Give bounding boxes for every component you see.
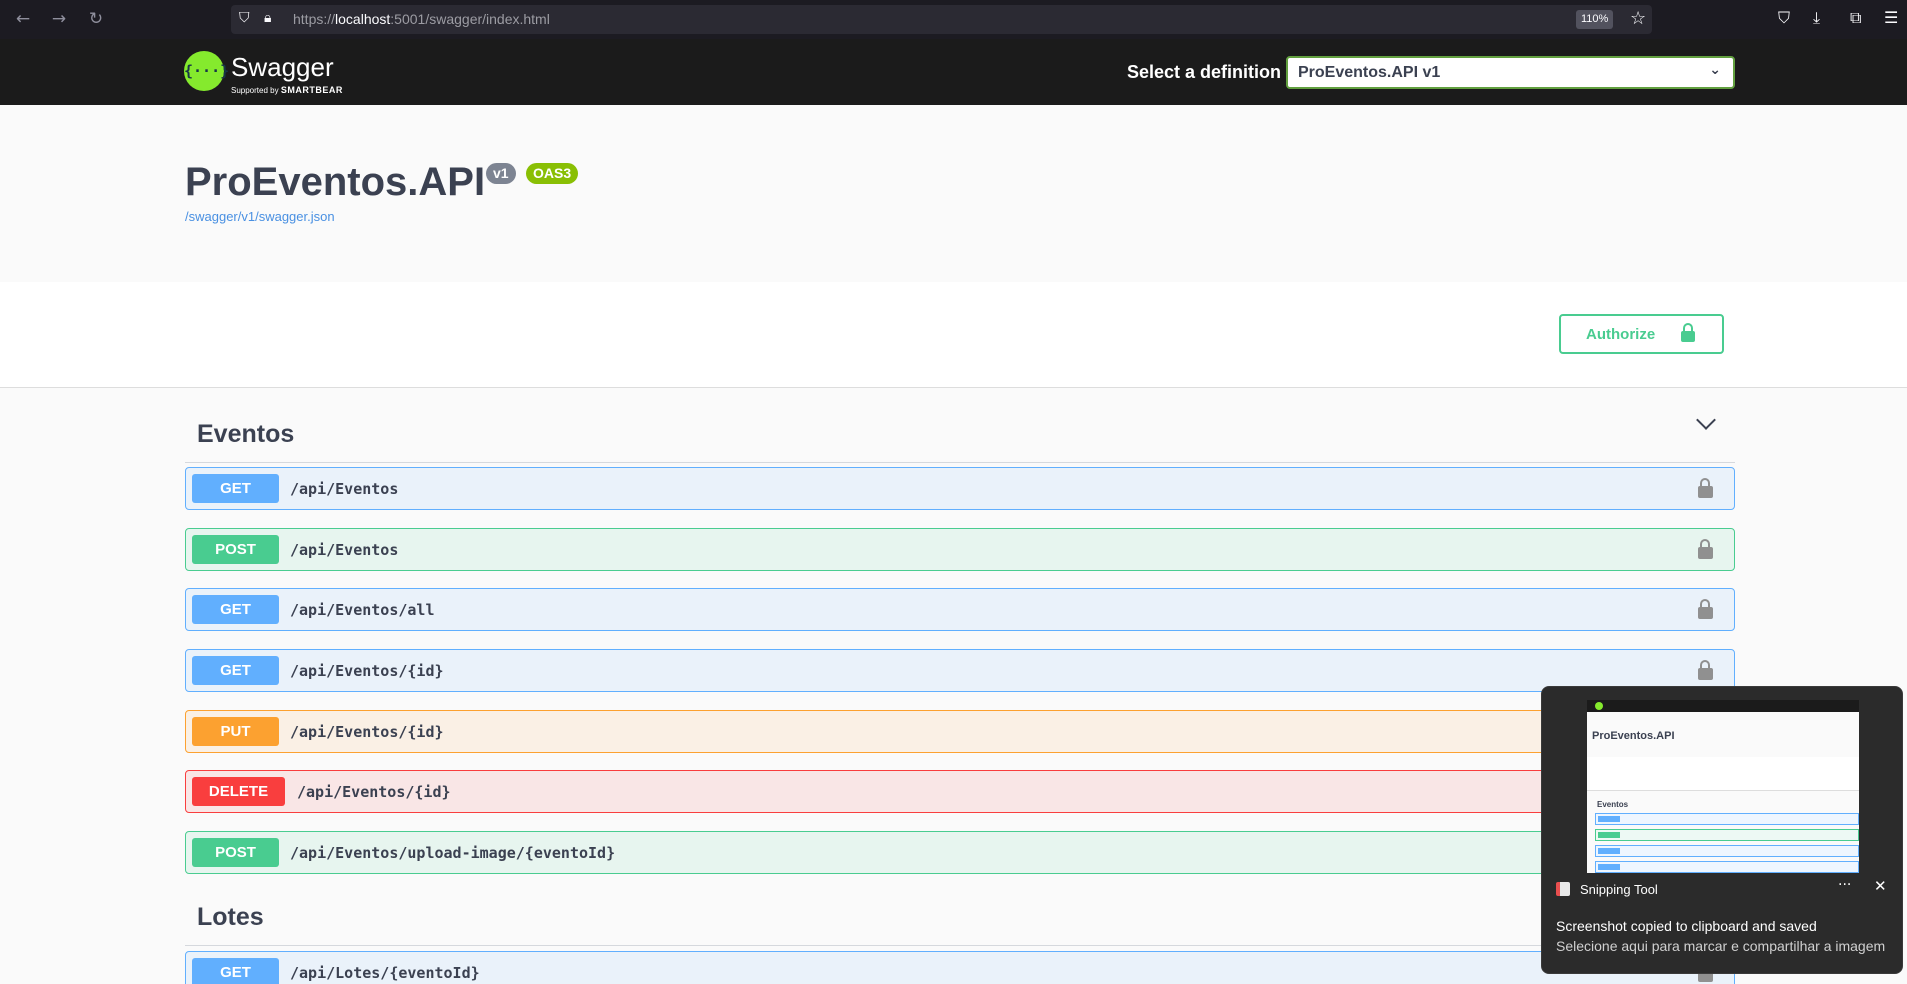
thumb-op	[1595, 813, 1859, 825]
operation-path: /api/Eventos/{id}	[290, 662, 444, 680]
url-rest: :5001/swagger/index.html	[390, 11, 550, 27]
method-badge: POST	[192, 535, 279, 564]
operation-path: /api/Eventos	[290, 541, 399, 559]
back-icon[interactable]: ←	[12, 8, 34, 30]
more-options-icon[interactable]: ···	[1838, 877, 1851, 893]
swagger-topbar: {···} Swagger Supported by SMARTBEAR Sel…	[0, 39, 1907, 105]
thumb-op	[1595, 845, 1859, 857]
thumb-scheme	[1587, 757, 1859, 791]
screenshot-thumbnail[interactable]: ProEventos.API Eventos	[1587, 700, 1859, 873]
snipping-tool-icon	[1556, 882, 1570, 896]
operation-path: /api/Eventos/upload-image/{eventoId}	[290, 844, 616, 862]
definition-select[interactable]: ProEventos.API v1 ⌄	[1286, 56, 1735, 89]
zoom-badge[interactable]: 110%	[1576, 10, 1614, 29]
snipping-tool-notification[interactable]: ProEventos.API Eventos Snipping Tool ···…	[1541, 686, 1903, 974]
thumb-title: ProEventos.API	[1592, 730, 1675, 742]
download-icon[interactable]: ⤓	[1813, 8, 1820, 28]
operation-path: /api/Eventos/{id}	[297, 783, 451, 801]
lock-icon[interactable]	[1698, 538, 1713, 560]
tag-title: Eventos	[197, 420, 295, 448]
operation-path: /api/Eventos/{id}	[290, 723, 444, 741]
method-badge: GET	[192, 656, 279, 685]
operation-path: /api/Eventos/all	[290, 601, 435, 619]
version-badge: v1	[486, 163, 516, 184]
url-host: localhost	[335, 11, 391, 27]
method-badge: PUT	[192, 717, 279, 746]
thumb-topbar	[1587, 700, 1859, 712]
lock-icon[interactable]	[1698, 659, 1713, 681]
definition-label: Select a definition	[1127, 62, 1282, 82]
chevron-down-icon: ⌄	[1709, 62, 1721, 78]
api-title: ProEventos.API	[185, 160, 486, 204]
operation-get-lotes-eventoid[interactable]: GET /api/Lotes/{eventoId}	[185, 951, 1735, 984]
operation-get-eventos-all[interactable]: GET /api/Eventos/all	[185, 588, 1735, 631]
operation-path: /api/Lotes/{eventoId}	[290, 964, 480, 982]
method-badge: GET	[192, 595, 279, 624]
method-badge: GET	[192, 958, 279, 984]
tag-header-lotes[interactable]: Lotes	[185, 888, 1735, 946]
swagger-logo-icon[interactable]: {···}	[184, 51, 229, 91]
forward-icon[interactable]: →	[48, 8, 70, 30]
api-info: ProEventos.API v1 OAS3 /swagger/v1/swagg…	[0, 105, 1907, 282]
browser-toolbar: ← → ↻ ⛉ 🔒︎ https://localhost:5001/swagge…	[0, 0, 1907, 39]
tag-header-eventos[interactable]: Eventos	[185, 403, 1735, 463]
lock-icon[interactable]	[1698, 598, 1713, 620]
lock-icon[interactable]	[1698, 477, 1713, 499]
toast-message: Screenshot copied to clipboard and saved	[1556, 918, 1817, 934]
toast-sub-message: Selecione aqui para marcar e compartilha…	[1556, 938, 1886, 954]
pocket-icon[interactable]: ⛉	[1778, 8, 1790, 28]
definition-value: ProEventos.API v1	[1298, 64, 1441, 81]
tag-title: Lotes	[197, 903, 264, 931]
bookmark-star-icon[interactable]: ☆	[1630, 8, 1646, 29]
method-badge: GET	[192, 474, 279, 503]
spec-link[interactable]: /swagger/v1/swagger.json	[185, 209, 335, 224]
operation-post-eventos[interactable]: POST /api/Eventos	[185, 528, 1735, 571]
method-badge: DELETE	[192, 777, 285, 806]
thumb-logo-icon	[1595, 702, 1603, 710]
thumb-tag: Eventos	[1597, 800, 1629, 809]
url-prefix: https://	[293, 11, 336, 27]
url-bar[interactable]: ⛉ 🔒︎ https://localhost:5001/swagger/inde…	[231, 5, 1652, 34]
chevron-down-icon[interactable]	[1696, 410, 1716, 430]
logo-sub-prefix: Supported by	[231, 86, 279, 95]
operation-get-eventos[interactable]: GET /api/Eventos	[185, 467, 1735, 510]
operation-get-eventos-id[interactable]: GET /api/Eventos/{id}	[185, 649, 1735, 692]
authorize-label: Authorize	[1586, 326, 1656, 343]
operation-delete-eventos-id[interactable]: DELETE /api/Eventos/{id}	[185, 770, 1735, 813]
operation-path: /api/Eventos	[290, 480, 399, 498]
close-icon[interactable]: ✕	[1874, 877, 1887, 895]
authorize-button[interactable]: Authorize	[1559, 314, 1724, 354]
lock-icon[interactable]: 🔒︎	[264, 10, 271, 26]
menu-icon[interactable]: ☰	[1884, 8, 1898, 27]
scheme-container: Authorize	[0, 282, 1907, 388]
logo-sub-brand: SMARTBEAR	[280, 85, 343, 95]
thumb-op	[1595, 829, 1859, 841]
operation-post-upload-image[interactable]: POST /api/Eventos/upload-image/{eventoId…	[185, 831, 1735, 874]
lock-icon	[1681, 323, 1695, 343]
swagger-logo-text[interactable]: Swagger	[231, 52, 334, 83]
reload-icon[interactable]: ↻	[85, 8, 107, 30]
operation-put-eventos-id[interactable]: PUT /api/Eventos/{id}	[185, 710, 1735, 753]
toast-app-name: Snipping Tool	[1580, 882, 1658, 897]
shield-icon[interactable]: ⛉	[239, 10, 250, 26]
extensions-icon[interactable]: ⧉	[1850, 8, 1861, 28]
swagger-logo-subtitle: Supported by SMARTBEAR	[231, 85, 343, 95]
oas-badge: OAS3	[526, 163, 579, 184]
method-badge: POST	[192, 838, 279, 867]
thumb-op	[1595, 861, 1859, 873]
url-text[interactable]: https://localhost:5001/swagger/index.htm…	[293, 11, 550, 27]
